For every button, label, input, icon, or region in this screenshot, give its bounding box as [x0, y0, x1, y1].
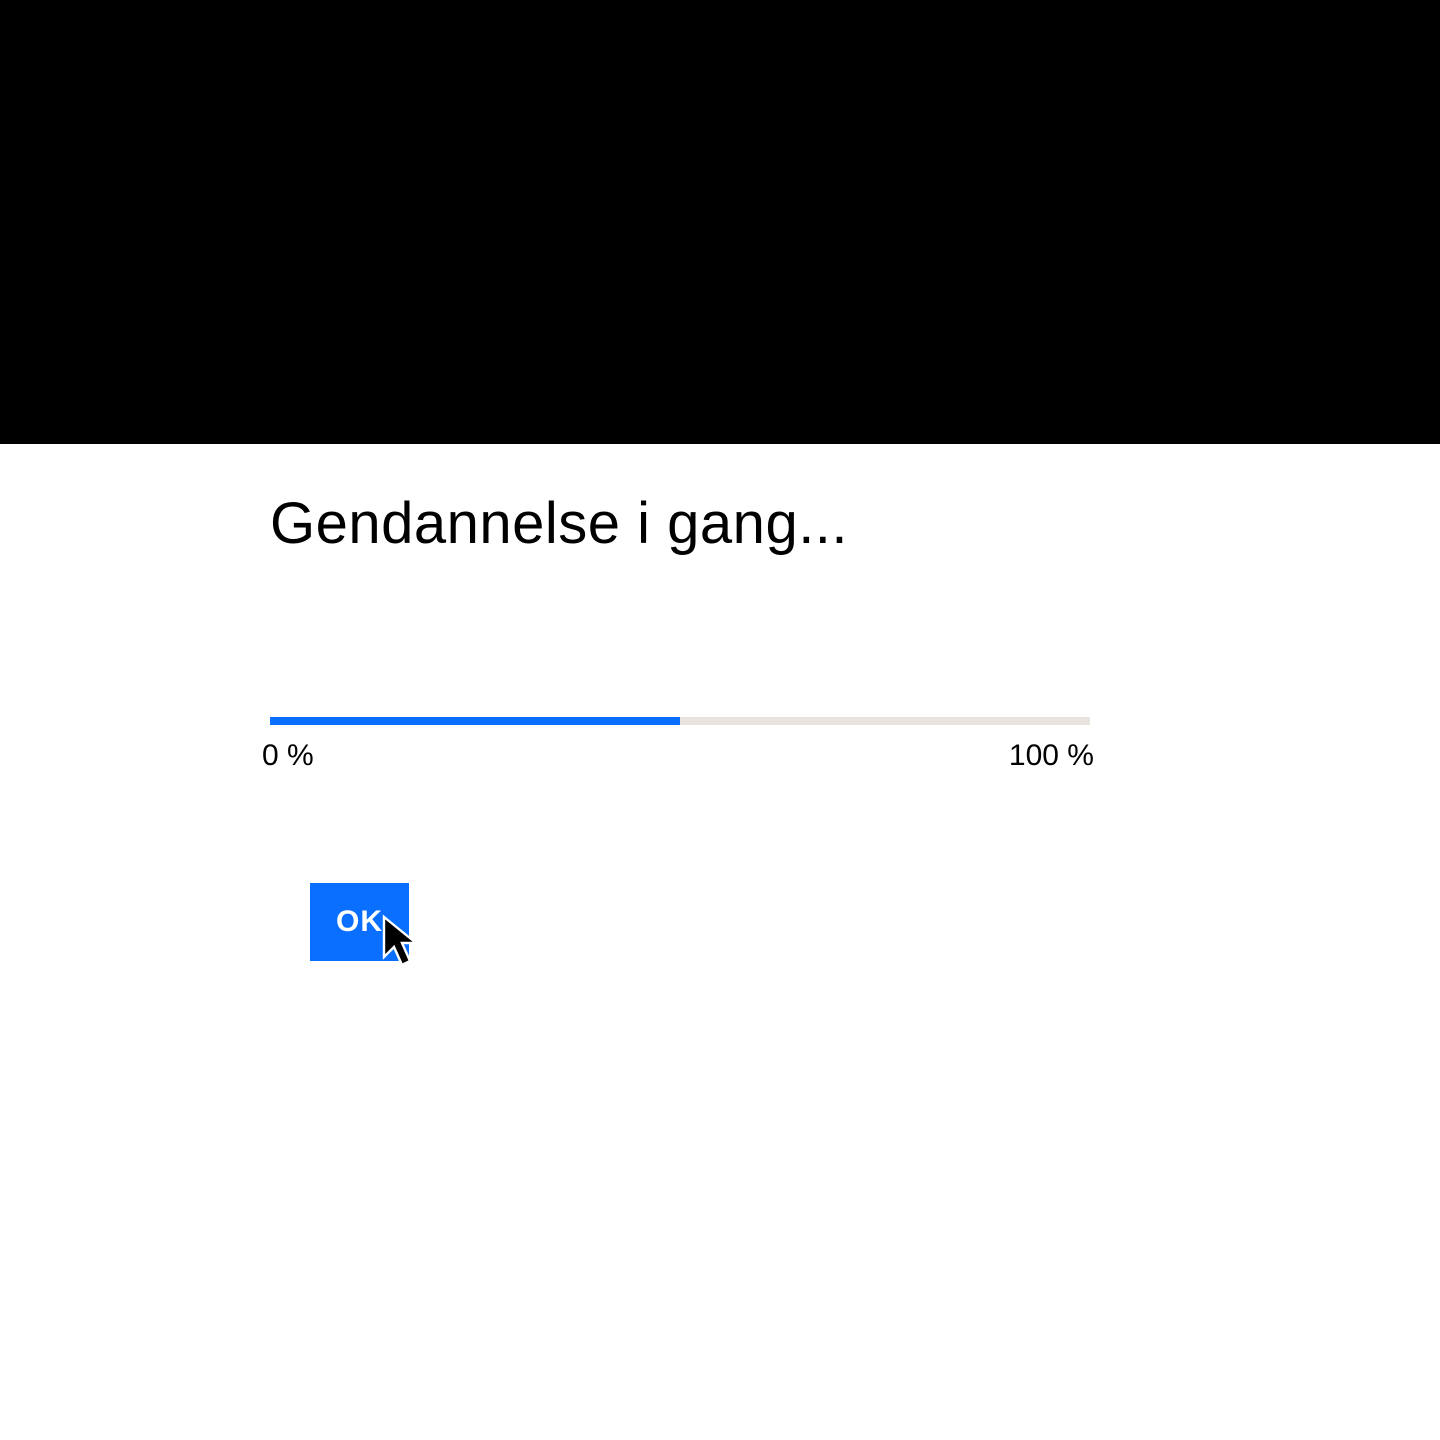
progress-track: [270, 717, 1090, 725]
progress-max-label: 100 %: [1009, 739, 1094, 773]
progress-fill: [270, 717, 680, 725]
ok-button[interactable]: OK: [310, 883, 409, 961]
progress-min-label: 0 %: [262, 739, 314, 773]
progress-bar: 0 % 100 %: [270, 717, 1260, 773]
top-black-bar: [0, 0, 1440, 444]
progress-labels: 0 % 100 %: [262, 739, 1094, 773]
dialog-content: Gendannelse i gang... 0 % 100 % OK: [270, 490, 1260, 961]
dialog-title: Gendannelse i gang...: [270, 490, 1260, 557]
